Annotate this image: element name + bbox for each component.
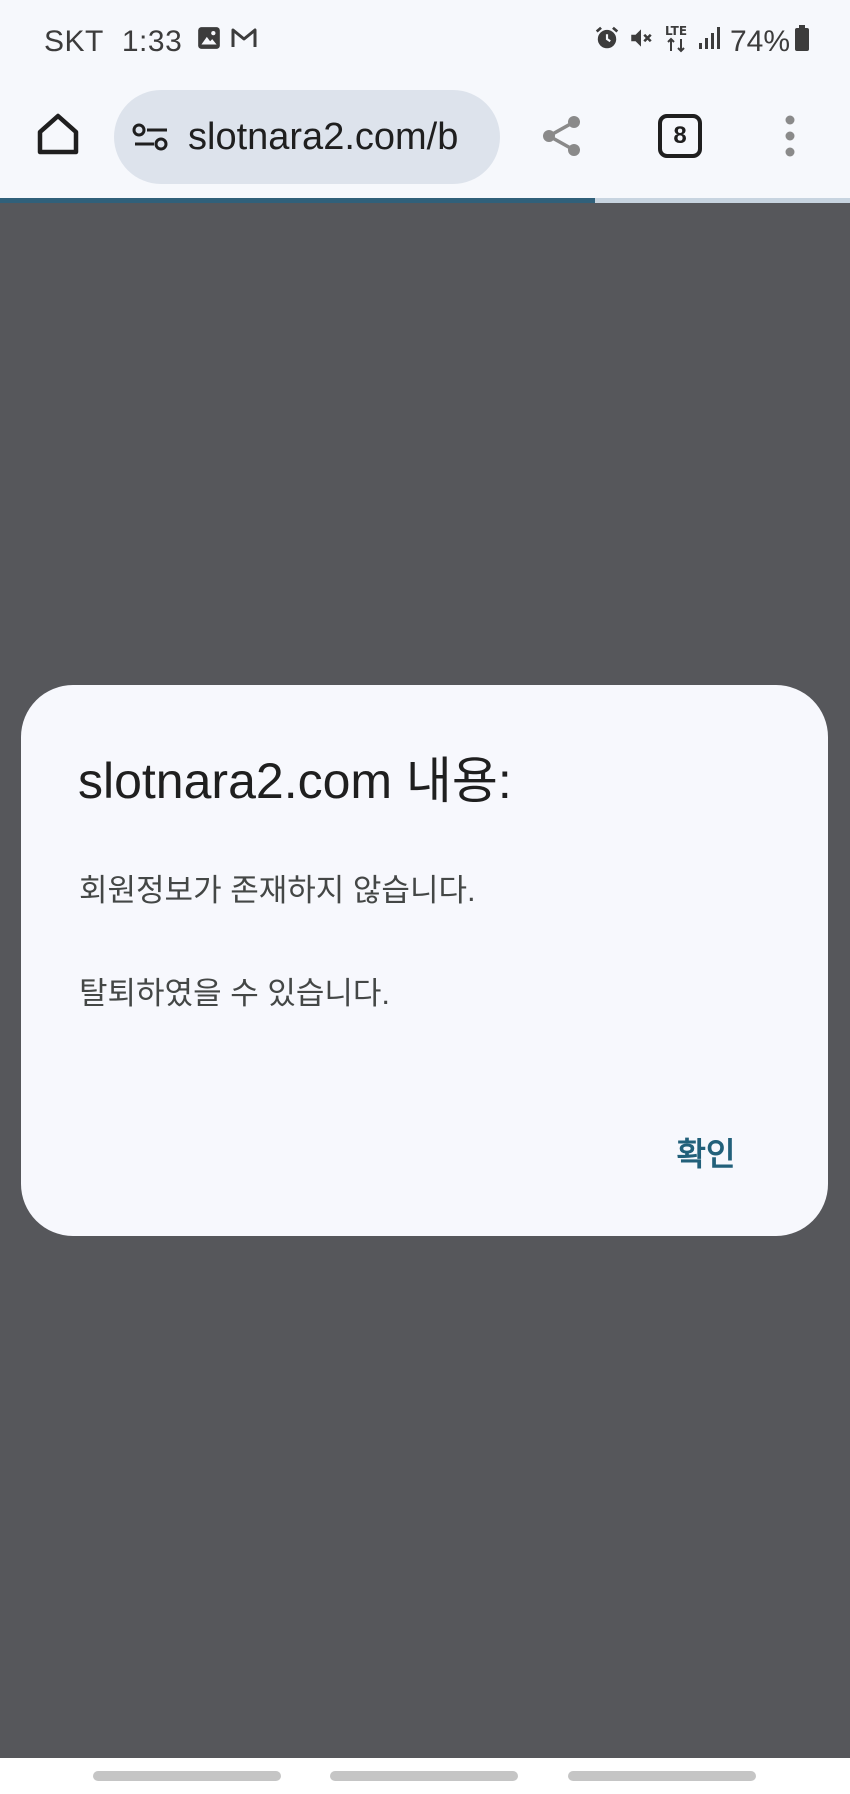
- site-settings-icon[interactable]: [132, 122, 170, 152]
- more-menu-button[interactable]: [770, 106, 810, 166]
- alarm-icon: [594, 25, 620, 59]
- nav-pill-left[interactable]: [93, 1771, 281, 1781]
- address-bar[interactable]: slotnara2.com/b: [114, 90, 500, 184]
- nav-pill-right[interactable]: [568, 1771, 756, 1781]
- alert-dialog: slotnara2.com 내용: 회원정보가 존재하지 않습니다. 탈퇴하였을…: [21, 685, 828, 1236]
- lte-label: LTE: [665, 24, 687, 38]
- page-load-progress-fill: [0, 198, 595, 203]
- mute-icon: [628, 25, 654, 59]
- home-icon: [37, 113, 79, 155]
- image-icon: [196, 25, 222, 59]
- share-icon: [543, 116, 580, 156]
- signal-icon: [698, 25, 722, 59]
- status-bar: SKT 1:33 LTE 74%: [0, 0, 850, 84]
- share-button[interactable]: [532, 106, 592, 166]
- battery-icon: [794, 24, 810, 60]
- status-bar-right: LTE 74%: [594, 22, 810, 62]
- tab-count: 8: [658, 114, 702, 158]
- dialog-message-line-2: 탈퇴하였을 수 있습니다.: [79, 976, 391, 1011]
- page-load-progress: [0, 198, 850, 203]
- nav-pill-center[interactable]: [330, 1771, 518, 1781]
- dialog-title: slotnara2.com 내용:: [78, 753, 512, 809]
- dialog-message-line-1: 회원정보가 존재하지 않습니다.: [79, 873, 476, 908]
- battery-percent: 74%: [729, 25, 790, 58]
- gmail-icon: [230, 25, 258, 59]
- status-bar-left: SKT 1:33: [44, 22, 266, 62]
- clock: 1:33: [121, 25, 183, 58]
- home-button[interactable]: [28, 104, 88, 164]
- confirm-button[interactable]: 확인: [641, 1117, 771, 1187]
- carrier-label: SKT: [44, 25, 104, 58]
- browser-toolbar: slotnara2.com/b 8: [0, 84, 850, 198]
- more-vert-icon: [785, 115, 795, 157]
- system-nav-bar: [0, 1758, 850, 1794]
- lte-icon: LTE: [662, 23, 690, 61]
- tab-switcher-button[interactable]: 8: [650, 106, 710, 166]
- url-text: slotnara2.com/b: [188, 115, 459, 158]
